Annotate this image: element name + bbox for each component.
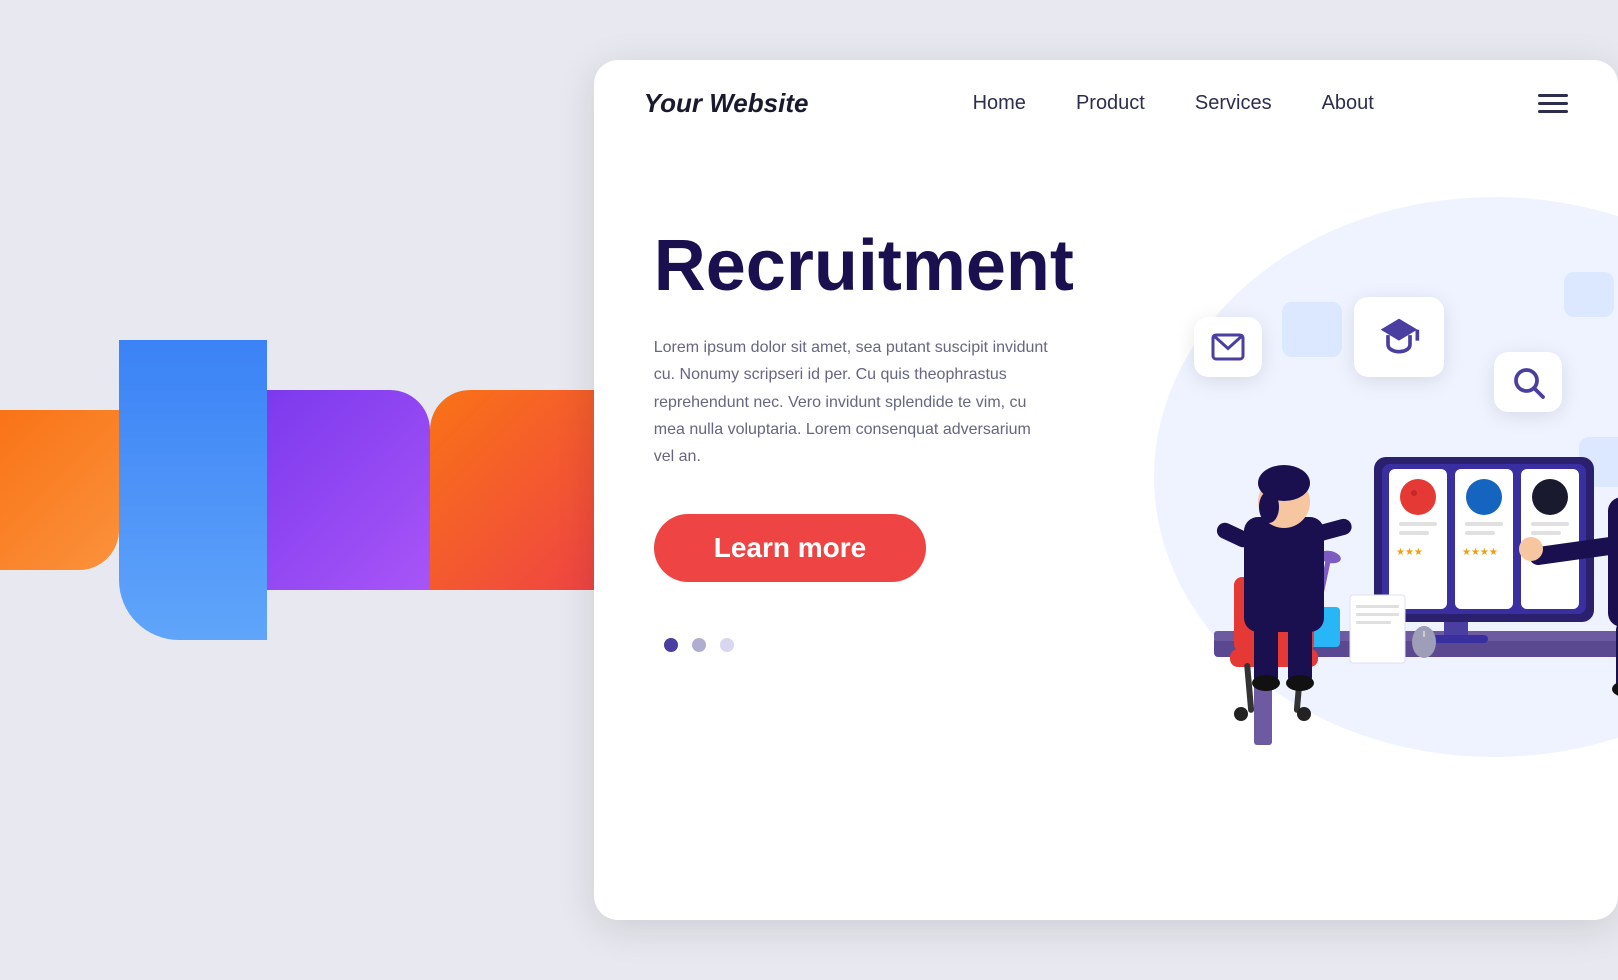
email-icon-card bbox=[1194, 317, 1262, 377]
hamburger-menu[interactable] bbox=[1538, 94, 1568, 113]
dot-2[interactable] bbox=[692, 638, 706, 652]
corner-decoration-tl bbox=[0, 410, 119, 570]
hero-left: Recruitment Lorem ipsum dolor sit amet, … bbox=[654, 187, 1134, 652]
hero-illustration: ★★★ ★★★★ ★★★ bbox=[1134, 187, 1618, 867]
search-icon bbox=[1510, 364, 1546, 400]
corner-decoration-br bbox=[430, 390, 593, 590]
navbar: Your Website Home Product Services About bbox=[594, 60, 1618, 147]
hero-description: Lorem ipsum dolor sit amet, sea putant s… bbox=[654, 334, 1054, 470]
corner-decoration-tr bbox=[119, 340, 267, 640]
dot-1[interactable] bbox=[664, 638, 678, 652]
hamburger-line-3 bbox=[1538, 110, 1568, 113]
nav-about[interactable]: About bbox=[1322, 92, 1374, 115]
dot-3[interactable] bbox=[720, 638, 734, 652]
svg-text:★★★★: ★★★★ bbox=[1462, 547, 1498, 558]
nav-product[interactable]: Product bbox=[1076, 92, 1145, 115]
graduation-icon bbox=[1377, 315, 1421, 359]
hamburger-line-2 bbox=[1538, 102, 1568, 105]
graduation-icon-card bbox=[1354, 297, 1444, 377]
learn-more-button[interactable]: Learn more bbox=[654, 514, 927, 582]
main-card: Your Website Home Product Services About… bbox=[594, 60, 1618, 920]
nav-services[interactable]: Services bbox=[1195, 92, 1272, 115]
site-logo[interactable]: Your Website bbox=[644, 88, 809, 119]
search-icon-card bbox=[1494, 352, 1562, 412]
pagination-dots bbox=[664, 638, 1134, 652]
nav-home[interactable]: Home bbox=[973, 92, 1026, 115]
hero-title: Recruitment bbox=[654, 227, 1134, 306]
svg-text:★★★: ★★★ bbox=[1396, 547, 1423, 558]
content-area: Recruitment Lorem ipsum dolor sit amet, … bbox=[594, 147, 1618, 907]
hamburger-line-1 bbox=[1538, 94, 1568, 97]
email-icon bbox=[1210, 329, 1246, 365]
corner-decoration-bl bbox=[267, 390, 430, 590]
nav-links: Home Product Services About bbox=[973, 92, 1374, 115]
